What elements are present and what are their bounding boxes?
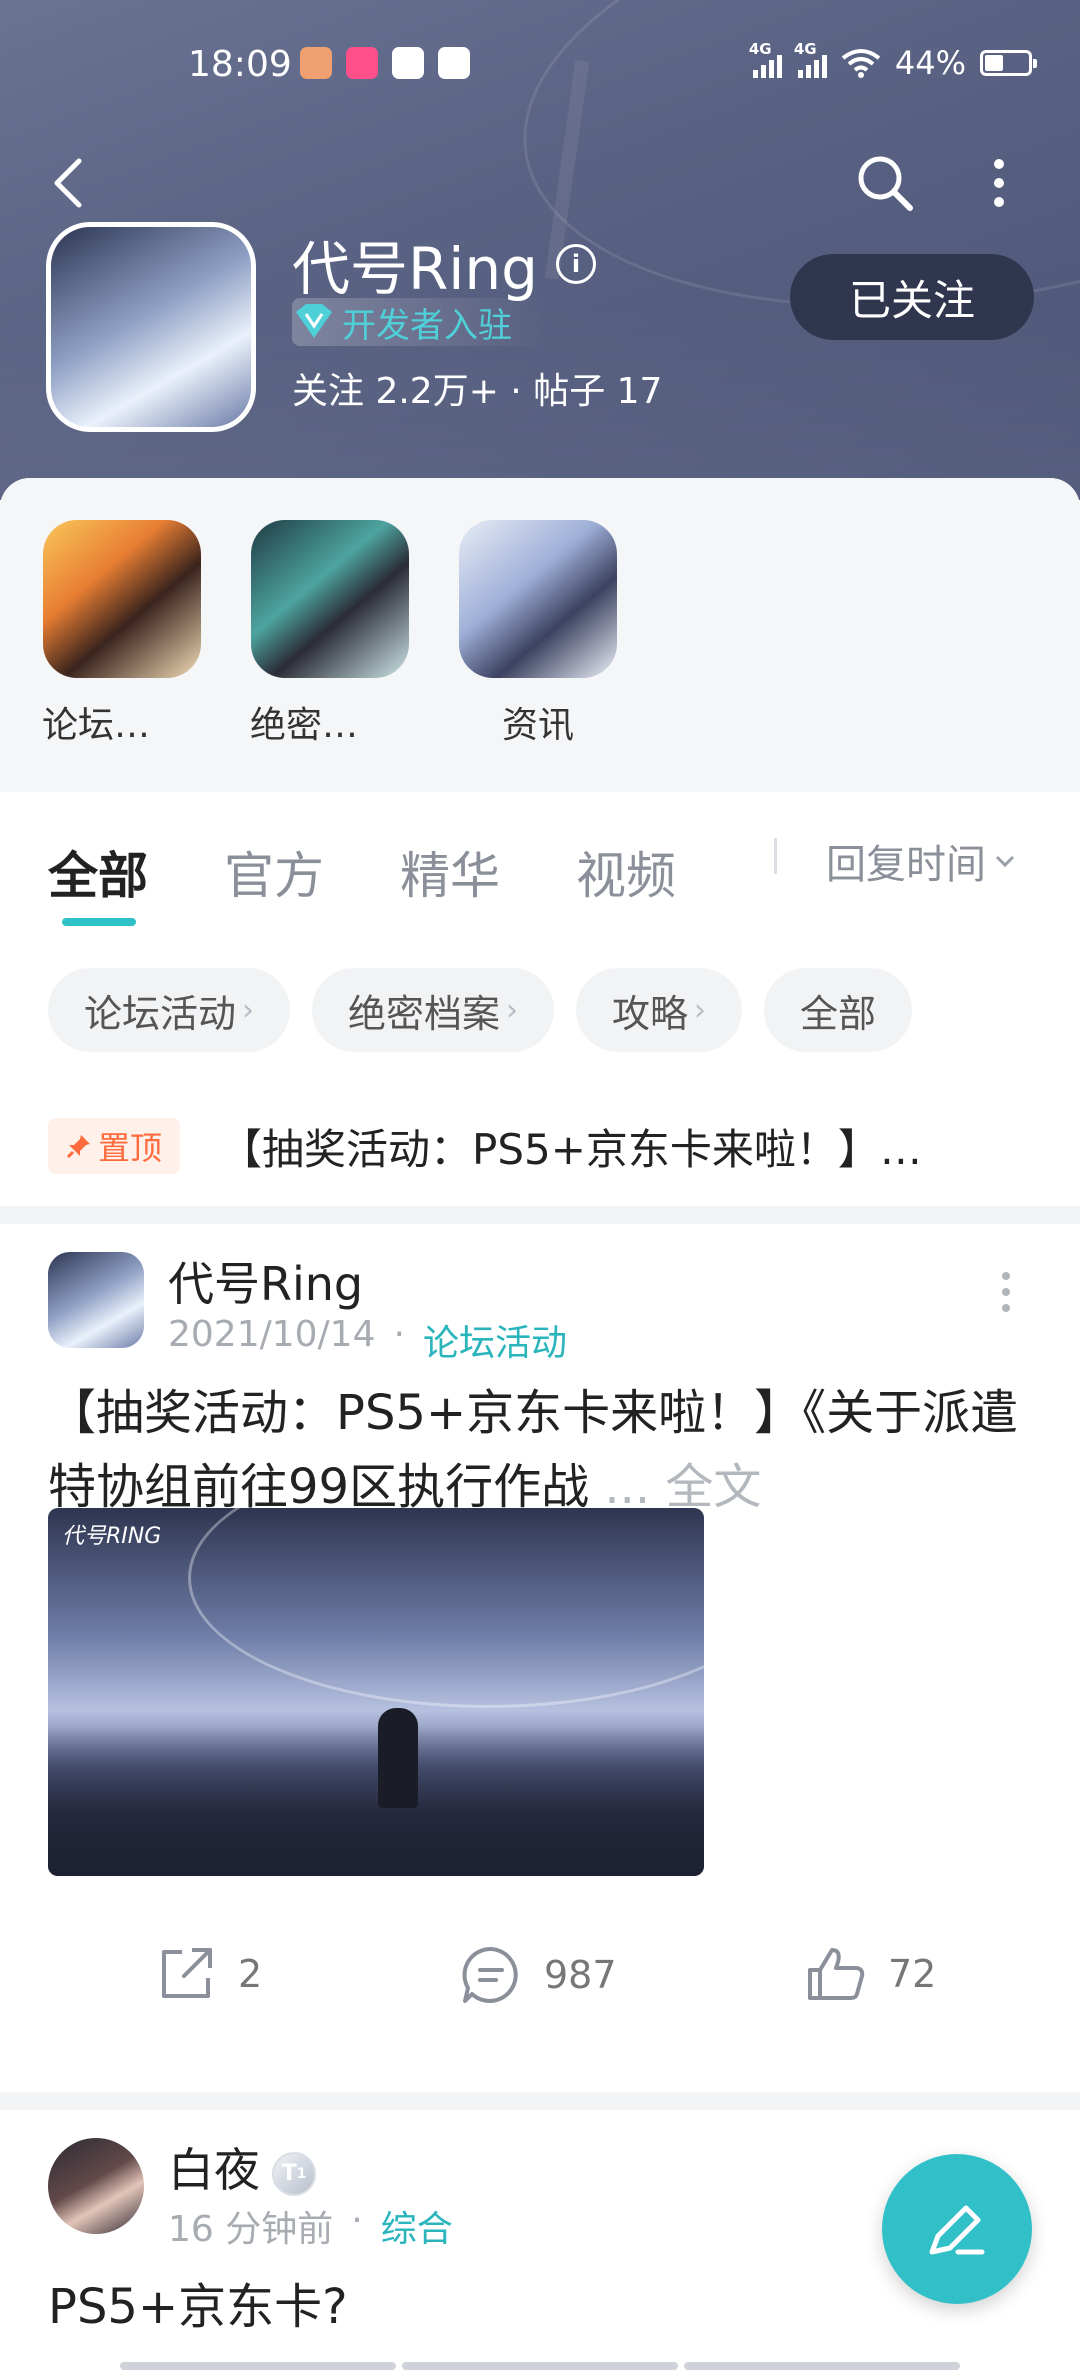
post-category[interactable]: 论坛活动	[423, 1314, 567, 1366]
author-avatar[interactable]	[48, 2138, 144, 2234]
section-separator	[0, 1206, 1080, 1224]
post-options-button[interactable]	[1000, 1270, 1020, 1318]
info-icon[interactable]: i	[556, 244, 596, 284]
forum-avatar	[46, 222, 256, 432]
sub-forum-list: 论坛… 绝密… 资讯	[0, 478, 1080, 792]
chevron-right-icon: ›	[242, 992, 255, 1028]
back-button[interactable]	[38, 150, 98, 216]
battery-icon	[980, 50, 1037, 76]
more-vertical-icon	[1002, 1272, 1010, 1312]
post-date: 2021/10/14	[168, 1314, 376, 1355]
forum-content: 论坛… 绝密… 资讯 全部 官方 精华 视频 回复时间 论坛活动 › 绝密档案 › …	[0, 478, 1080, 2376]
chevron-right-icon: ›	[694, 992, 707, 1028]
status-time: 18:09	[188, 44, 292, 85]
search-button[interactable]	[852, 150, 918, 216]
sub-forum-item[interactable]: 资讯	[458, 520, 618, 748]
chevron-left-icon	[54, 158, 82, 208]
sub-forum-icon	[43, 520, 201, 678]
pinned-tag: 置顶	[48, 1118, 181, 1174]
like-count: 72	[888, 1952, 937, 1996]
comment-button[interactable]: 987	[460, 1944, 617, 2006]
sub-forum-icon	[251, 520, 409, 678]
forum-name-text: 代号Ring	[292, 235, 538, 303]
chip-all[interactable]: 全部	[764, 968, 913, 1052]
like-button[interactable]: 72	[806, 1944, 936, 2004]
post-meta: 2021/10/14 · 论坛活动	[168, 1314, 567, 1366]
developer-badge-label: 开发者入驻	[342, 305, 512, 346]
divider	[774, 838, 777, 874]
notification-icons	[300, 47, 470, 79]
chip-forum-activities[interactable]: 论坛活动 ›	[48, 968, 291, 1052]
sub-forum-label: 论坛…	[42, 705, 151, 746]
sub-forum-label: 绝密…	[250, 705, 359, 746]
bottom-progress-indicator	[120, 2362, 960, 2370]
compose-post-button[interactable]	[882, 2154, 1032, 2304]
cellular-signal-icon: 4G	[749, 40, 782, 78]
sub-forum-icon	[459, 520, 617, 678]
app-notification-icon	[300, 47, 332, 79]
forum-stats: 关注 2.2万+ · 帖子 17	[292, 371, 663, 412]
follow-button[interactable]: 已关注	[790, 254, 1034, 340]
cellular-signal-icon: 4G	[794, 40, 827, 78]
search-icon	[858, 156, 913, 211]
post-ellipsis: ...	[604, 1459, 651, 1515]
share-button[interactable]: 2	[156, 1944, 262, 2004]
post-time: 16 分钟前	[168, 2209, 334, 2250]
section-separator	[0, 2092, 1080, 2110]
post-author[interactable]: 白夜 T 1	[168, 2134, 316, 2200]
meta-dot: ·	[351, 2200, 363, 2241]
tab-all[interactable]: 全部	[48, 836, 148, 908]
wifi-icon	[841, 49, 881, 78]
category-chips: 论坛活动 › 绝密档案 › 攻略 › 全部	[48, 968, 913, 1052]
developer-badge[interactable]: 开发者入驻	[292, 298, 552, 346]
battery-percent: 44%	[894, 44, 966, 82]
sub-forum-item[interactable]: 论坛…	[42, 520, 202, 748]
post-meta: 16 分钟前 · 综合	[168, 2200, 453, 2252]
comment-icon	[462, 1946, 518, 2003]
more-options-button[interactable]	[966, 150, 1032, 216]
share-count: 2	[238, 1952, 263, 1996]
pen-icon	[929, 2205, 985, 2255]
tab-video[interactable]: 视频	[576, 836, 676, 908]
sort-dropdown[interactable]: 回复时间	[826, 832, 1016, 890]
comment-count: 987	[544, 1953, 617, 1997]
tab-official[interactable]: 官方	[224, 836, 324, 908]
post-actions: 2 987 72	[0, 1944, 1080, 2024]
pin-icon	[66, 1135, 90, 1159]
meta-dot: ·	[393, 1314, 405, 1355]
thumbs-up-icon	[808, 1948, 865, 2000]
post-image[interactable]: 代号RING	[48, 1508, 704, 1876]
forum-title: 代号Ring i	[292, 222, 596, 306]
read-full-text-link[interactable]: 全文	[665, 1459, 761, 1515]
game-logo: 代号RING	[62, 1524, 162, 1549]
chevron-right-icon: ›	[506, 992, 519, 1028]
app-notification-icon	[346, 47, 378, 79]
sub-forum-label: 资讯	[501, 705, 574, 746]
app-notification-icon	[438, 47, 470, 79]
post-category[interactable]: 综合	[381, 2200, 453, 2252]
chip-secret-archives[interactable]: 绝密档案 ›	[312, 968, 555, 1052]
active-tab-indicator	[62, 918, 136, 926]
post-title[interactable]: 【抽奖活动：PS5+京东卡来啦！】《关于派遣特协组前往99区执行作战 ... 全…	[48, 1376, 1048, 1524]
forum-header: 18:09 4G 4G 44% 代号Ring i 开发者入驻 关注 2.2万+ …	[0, 0, 1080, 500]
sub-forum-item[interactable]: 绝密…	[250, 520, 410, 748]
share-icon	[162, 1948, 212, 1998]
more-vertical-icon	[994, 159, 1004, 207]
user-level-badge: T1	[272, 2151, 316, 2196]
author-avatar[interactable]	[48, 1252, 144, 1348]
diamond-icon	[296, 304, 332, 338]
status-indicators: 4G 4G 44%	[749, 40, 1037, 82]
chevron-down-icon	[995, 855, 1015, 868]
sort-label: 回复时间	[826, 842, 986, 888]
post-title[interactable]: PS5+京东卡?	[48, 2270, 1048, 2344]
pinned-post-title: 【抽奖活动：PS5+京东卡来啦！】…	[220, 1124, 922, 1174]
tab-featured[interactable]: 精华	[400, 836, 500, 908]
post-author[interactable]: 代号Ring	[168, 1248, 363, 1314]
chip-guides[interactable]: 攻略 ›	[576, 968, 743, 1052]
status-bar: 18:09 4G 4G 44%	[0, 0, 1080, 130]
app-notification-icon	[392, 47, 424, 79]
pinned-post[interactable]: 置顶 【抽奖活动：PS5+京东卡来啦！】…	[48, 1110, 1048, 1182]
